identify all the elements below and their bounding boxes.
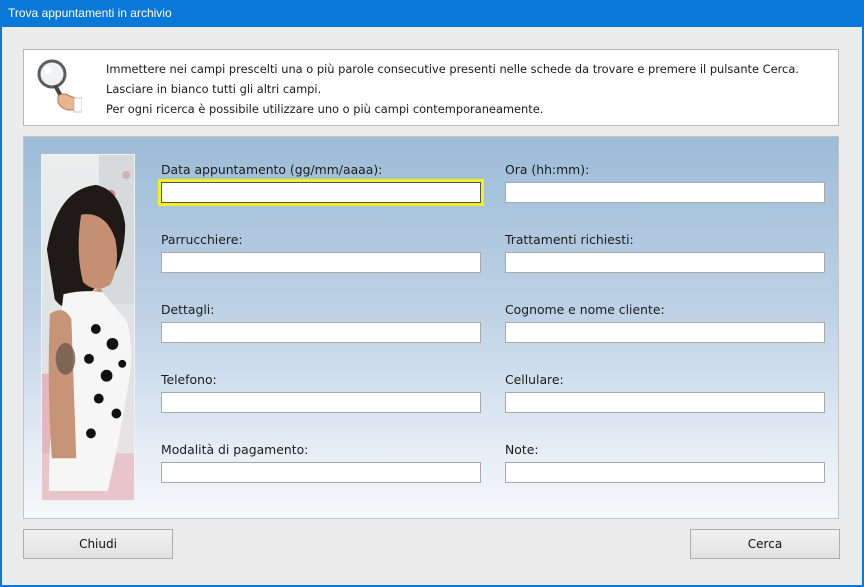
notes-input[interactable] — [505, 462, 825, 483]
info-panel: Immettere nei campi prescelti una o più … — [23, 49, 839, 126]
info-text-line-2: Lasciare in bianco tutti gli altri campi… — [106, 82, 322, 96]
magnifier-hand-icon — [37, 59, 82, 113]
appointment-date-input[interactable] — [161, 182, 481, 203]
details-input[interactable] — [161, 322, 481, 343]
hairdresser-input[interactable] — [161, 252, 481, 273]
hairdresser-label: Parrucchiere: — [161, 232, 243, 247]
time-input[interactable] — [505, 182, 825, 203]
treatments-label: Trattamenti richiesti: — [505, 232, 634, 247]
treatments-input[interactable] — [505, 252, 825, 273]
phone-label: Telefono: — [161, 372, 217, 387]
info-text-line-1: Immettere nei campi prescelti una o più … — [106, 62, 799, 76]
notes-label: Note: — [505, 442, 539, 457]
close-button[interactable]: Chiudi — [23, 529, 173, 559]
salon-photo — [41, 154, 135, 501]
dialog-body: Immettere nei campi prescelti una o più … — [2, 27, 862, 585]
client-name-label: Cognome e nome cliente: — [505, 302, 665, 317]
info-text-line-3: Per ogni ricerca è possibile utilizzare … — [106, 102, 544, 116]
time-label: Ora (hh:mm): — [505, 162, 590, 177]
appointment-date-label: Data appuntamento (gg/mm/aaaa): — [161, 162, 383, 177]
window-title: Trova appuntamenti in archivio — [0, 0, 864, 27]
payment-method-label: Modalità di pagamento: — [161, 442, 309, 457]
payment-method-input[interactable] — [161, 462, 481, 483]
mobile-label: Cellulare: — [505, 372, 564, 387]
search-form-panel: Data appuntamento (gg/mm/aaaa): Ora (hh:… — [23, 136, 839, 519]
phone-input[interactable] — [161, 392, 481, 413]
search-button[interactable]: Cerca — [690, 529, 840, 559]
mobile-input[interactable] — [505, 392, 825, 413]
client-name-input[interactable] — [505, 322, 825, 343]
details-label: Dettagli: — [161, 302, 215, 317]
